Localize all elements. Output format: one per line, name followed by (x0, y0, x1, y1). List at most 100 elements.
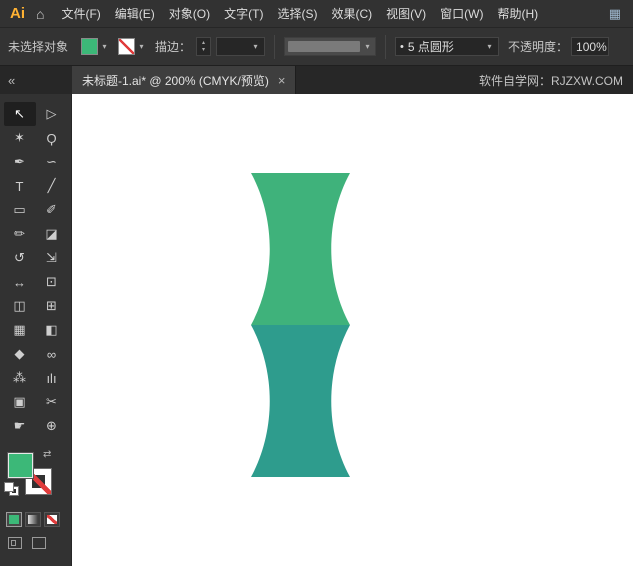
menu-bar: Ai ⌂ 文件(F)编辑(E)对象(O)文字(T)选择(S)效果(C)视图(V)… (0, 0, 633, 28)
zoom-tool-icon: ⊕ (46, 418, 57, 434)
shape-builder-tool[interactable]: ◫ (4, 294, 36, 318)
artboard-tool[interactable]: ▣ (4, 390, 36, 414)
paintbrush-tool[interactable]: ✐ (36, 198, 68, 222)
opacity-dropdown[interactable]: 100% (571, 37, 609, 56)
direct-selection-tool[interactable]: ▷ (36, 102, 68, 126)
default-fill-stroke-icon[interactable] (5, 483, 20, 496)
eraser-tool[interactable]: ◪ (36, 222, 68, 246)
menu-item-file[interactable]: 文件(F) (54, 5, 107, 22)
lasso-tool[interactable]: Ϙ (36, 126, 68, 150)
artboard-canvas[interactable] (72, 94, 633, 566)
rectangle-tool[interactable]: ▭ (4, 198, 36, 222)
stroke-weight-dropdown[interactable]: ▾ (216, 37, 265, 56)
curvature-tool[interactable]: ∽ (36, 150, 68, 174)
hand-tool[interactable]: ☛ (4, 414, 36, 438)
menu-item-edit[interactable]: 编辑(E) (108, 5, 162, 22)
document-tab-bar: « 未标题-1.ai* @ 200% (CMYK/预览) × 软件自学网：RJZ… (0, 66, 633, 94)
artboard-tool-icon: ▣ (13, 394, 25, 410)
none-button[interactable] (44, 512, 60, 527)
curvature-tool-icon: ∽ (46, 154, 57, 170)
tools-panel: ↖ ▷ ✶ Ϙ ✒ ∽ T ╱ ▭ ✐ ✏◪ ↺ ⇲ ↔ ⊡ ◫ ⊞ ▦ ◧ ◆ ∞ ⁂ ılı ▣ ✂ ☛ ⊕ ⇄ (0, 94, 72, 566)
mesh-tool[interactable]: ▦ (4, 318, 36, 342)
menubar-right: ▦ (609, 6, 633, 22)
eyedropper-tool[interactable]: ◆ (4, 342, 36, 366)
menu-item-type[interactable]: 文字(T) (217, 5, 270, 22)
toolbar-bottom-icons (8, 537, 46, 549)
paintbrush-tool-icon: ✐ (46, 202, 57, 218)
column-graph-tool-icon: ılı (46, 371, 56, 386)
toolbar-collapse-button[interactable]: « (0, 66, 72, 94)
pen-tool[interactable]: ✒ (4, 150, 36, 174)
opacity-control: 不透明度： 100% (508, 37, 609, 56)
chevron-down-icon[interactable]: ▾ (251, 42, 260, 51)
paint-style-buttons (6, 512, 60, 527)
spinner-up-icon[interactable]: ▴ (202, 40, 205, 47)
perspective-grid-tool-icon: ⊞ (46, 298, 57, 314)
menu-item-effect[interactable]: 效果(C) (324, 5, 379, 22)
screen-mode-icon[interactable] (32, 537, 46, 549)
opacity-value: 100% (576, 40, 604, 54)
drawing-mode-icon[interactable] (8, 537, 22, 549)
spinner-down-icon[interactable]: ▾ (202, 47, 205, 54)
lower-concave-shape[interactable] (251, 325, 350, 477)
slice-tool-icon: ✂ (46, 394, 57, 410)
separator (274, 35, 275, 59)
blend-tool-icon: ∞ (47, 347, 56, 362)
rotate-tool-icon: ↺ (14, 250, 25, 266)
menu-item-window[interactable]: 窗口(W) (433, 5, 490, 22)
brush-definition-value: 5 点圆形 (408, 38, 481, 55)
fill-swatch[interactable] (81, 38, 98, 55)
free-transform-tool[interactable]: ⊡ (36, 270, 68, 294)
menu-item-view[interactable]: 视图(V) (379, 5, 433, 22)
line-segment-tool-icon: ╱ (48, 178, 56, 194)
line-segment-tool[interactable]: ╱ (36, 174, 68, 198)
menu-item-help[interactable]: 帮助(H) (490, 5, 545, 22)
blend-tool[interactable]: ∞ (36, 342, 68, 366)
gradient-button[interactable] (25, 512, 41, 527)
width-profile-dropdown[interactable]: ▾ (284, 37, 376, 56)
menu-items: 文件(F)编辑(E)对象(O)文字(T)选择(S)效果(C)视图(V)窗口(W)… (54, 5, 545, 22)
stroke-weight-stepper[interactable]: ▴ ▾ (196, 37, 211, 56)
upper-concave-shape[interactable] (251, 173, 350, 325)
chevron-down-icon[interactable]: ▾ (137, 42, 146, 51)
home-icon[interactable]: ⌂ (34, 6, 54, 22)
symbol-sprayer-tool-icon: ⁂ (13, 370, 26, 386)
symbol-sprayer-tool[interactable]: ⁂ (4, 366, 36, 390)
gradient-tool[interactable]: ◧ (36, 318, 68, 342)
fill-swatch-indicator[interactable] (8, 453, 33, 478)
scale-tool[interactable]: ⇲ (36, 246, 68, 270)
eyedropper-tool-icon: ◆ (15, 346, 25, 362)
menu-item-object[interactable]: 对象(O) (162, 5, 217, 22)
color-button[interactable] (6, 512, 22, 527)
chevron-down-icon[interactable]: ▾ (485, 42, 494, 51)
rotate-tool[interactable]: ↺ (4, 246, 36, 270)
magic-wand-tool-icon: ✶ (14, 130, 25, 146)
menu-item-select[interactable]: 选择(S) (270, 5, 324, 22)
swap-fill-stroke-icon[interactable]: ⇄ (43, 449, 51, 460)
column-graph-tool[interactable]: ılı (36, 366, 68, 390)
chevron-down-icon[interactable]: ▾ (100, 42, 109, 51)
selection-tool[interactable]: ↖ (4, 102, 36, 126)
slice-tool[interactable]: ✂ (36, 390, 68, 414)
control-bar: 未选择对象 ▾ ▾ 描边： ▴ ▾ ▾ ▾ • 5 点圆形 ▾ (0, 28, 633, 66)
perspective-grid-tool[interactable]: ⊞ (36, 294, 68, 318)
tab-close-icon[interactable]: × (278, 73, 286, 88)
stroke-color-control[interactable]: ▾ (118, 38, 146, 55)
selection-tool-icon: ↖ (14, 106, 25, 122)
fill-color-control[interactable]: ▾ (81, 38, 109, 55)
width-tool-icon: ↔ (13, 275, 26, 290)
type-tool[interactable]: T (4, 174, 36, 198)
brush-definition-dropdown[interactable]: • 5 点圆形 ▾ (395, 37, 499, 56)
width-tool[interactable]: ↔ (4, 270, 36, 294)
workspace-switcher-icon[interactable]: ▦ (609, 6, 621, 22)
free-transform-tool-icon: ⊡ (46, 274, 57, 290)
document-tab[interactable]: 未标题-1.ai* @ 200% (CMYK/预览) × (72, 66, 296, 94)
zoom-tool[interactable]: ⊕ (36, 414, 68, 438)
stroke-none-swatch[interactable] (118, 38, 135, 55)
magic-wand-tool[interactable]: ✶ (4, 126, 36, 150)
fill-stroke-widget: ⇄ (5, 452, 63, 500)
gradient-tool-icon: ◧ (45, 322, 57, 338)
chevron-down-icon[interactable]: ▾ (363, 42, 372, 51)
lasso-tool-icon: Ϙ (46, 131, 56, 146)
pencil-tool[interactable]: ✏ (4, 222, 36, 246)
